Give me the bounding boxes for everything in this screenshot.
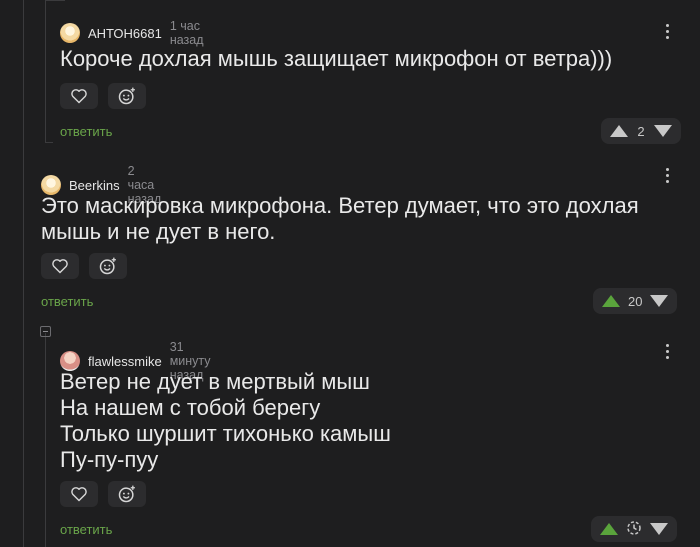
- comment-text: Короче дохлая мышь защищает микрофон от …: [60, 46, 613, 71]
- comment-time[interactable]: 1 час назад: [170, 19, 204, 47]
- comment-text: Ветер не дует в мертвый мыш На нашем с т…: [60, 369, 391, 472]
- more-options-icon[interactable]: [655, 339, 679, 363]
- emoji-reaction-button[interactable]: [108, 83, 146, 109]
- comment-author[interactable]: АНТОН6681: [88, 26, 162, 41]
- upvote-button[interactable]: [600, 523, 618, 535]
- clock-pending-icon: [627, 520, 641, 535]
- upvote-button[interactable]: [602, 295, 620, 307]
- triangle-down-icon: [650, 295, 669, 307]
- thread-line-tick: [45, 142, 53, 143]
- vote-count: 20: [628, 293, 643, 309]
- more-options-icon[interactable]: [655, 163, 679, 187]
- collapse-thread-button[interactable]: [40, 326, 51, 337]
- cat-avatar-icon[interactable]: [41, 175, 61, 195]
- emoji-reaction-button[interactable]: [108, 481, 146, 507]
- downvote-button[interactable]: [650, 295, 669, 307]
- emoji-add-icon: [118, 87, 135, 105]
- triangle-up-icon: [600, 523, 618, 535]
- comment-actions: [60, 481, 146, 507]
- cat-avatar-icon[interactable]: [60, 23, 80, 43]
- triangle-up-icon: [610, 125, 628, 137]
- reply-link[interactable]: ответить: [41, 294, 93, 309]
- like-button[interactable]: [41, 253, 79, 279]
- user-avatar-icon[interactable]: [60, 351, 80, 371]
- comment-actions: [41, 253, 127, 279]
- more-options-icon[interactable]: [655, 19, 679, 43]
- triangle-down-icon: [654, 125, 672, 137]
- vote-widget: 20: [593, 288, 678, 314]
- comment-author[interactable]: Beerkins: [69, 178, 120, 193]
- thread-line-nested-2: [45, 333, 46, 547]
- upvote-button[interactable]: [610, 125, 628, 137]
- like-button[interactable]: [60, 481, 98, 507]
- comment-actions: [60, 83, 146, 109]
- vote-count-pending: [626, 520, 642, 539]
- vote-widget: 2: [601, 118, 681, 144]
- reply-link[interactable]: ответить: [60, 124, 112, 139]
- thread-line-root: [23, 0, 24, 547]
- comment-text: Это маскировка микрофона. Ветер думает, …: [41, 193, 639, 244]
- heart-icon: [71, 89, 87, 104]
- emoji-add-icon: [99, 257, 116, 275]
- comments-page: АНТОН6681 1 час назад Короче дохлая мышь…: [0, 0, 700, 547]
- thread-line-nested: [45, 0, 46, 143]
- triangle-down-icon: [650, 523, 668, 535]
- emoji-add-icon: [118, 485, 135, 503]
- downvote-button[interactable]: [650, 523, 668, 535]
- vote-count: 2: [637, 123, 645, 139]
- thread-line-tick-top: [45, 0, 65, 1]
- like-button[interactable]: [60, 83, 98, 109]
- heart-icon: [52, 259, 68, 274]
- emoji-reaction-button[interactable]: [89, 253, 127, 279]
- comment-author[interactable]: flawlessmike: [88, 354, 162, 369]
- downvote-button[interactable]: [654, 125, 672, 137]
- vote-widget: [591, 516, 677, 542]
- comment-header: АНТОН6681 1 час назад: [60, 19, 204, 47]
- heart-icon: [71, 487, 87, 502]
- triangle-up-icon: [602, 295, 620, 307]
- reply-link[interactable]: ответить: [60, 522, 112, 537]
